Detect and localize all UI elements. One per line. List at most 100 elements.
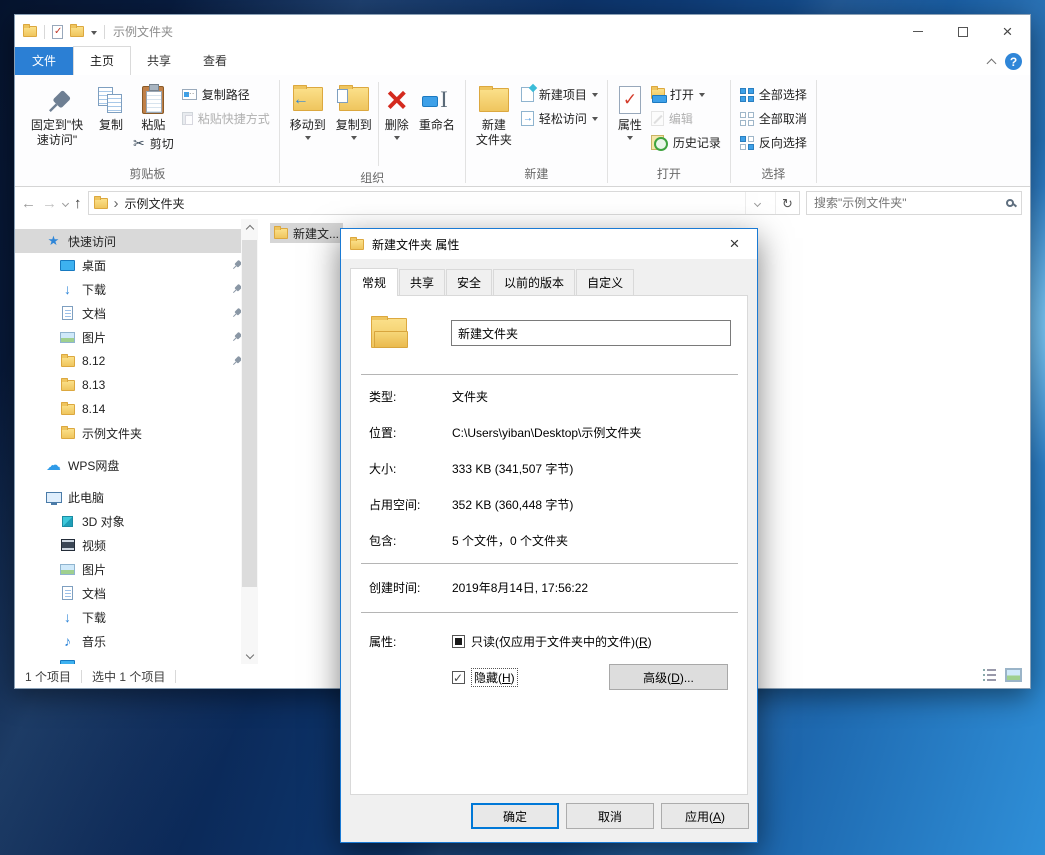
close-button[interactable] [985,15,1030,48]
title-bar: 示例文件夹 [15,15,1030,48]
ok-button[interactable]: 确定 [471,803,559,829]
select-all-button[interactable]: 全部选择 [736,84,811,105]
recent-locations-dropdown-icon[interactable] [61,199,70,207]
search-input[interactable] [814,196,1006,210]
refresh-button[interactable] [775,192,799,214]
cancel-button[interactable]: 取消 [566,803,654,829]
breadcrumb[interactable]: 示例文件夹 [125,195,740,212]
cut-button[interactable]: 剪切 [129,133,178,154]
invert-selection-button[interactable]: 反向选择 [736,132,811,153]
thumbnail-view-icon[interactable] [1005,668,1022,682]
desktop-icon [60,259,75,271]
scrollbar-thumb[interactable] [242,240,257,587]
select-none-icon [739,111,754,126]
download-icon [59,281,76,297]
back-button[interactable] [21,196,36,211]
minimize-button[interactable] [895,15,940,48]
sidebar-item-desktop[interactable]: 桌面 [15,253,258,277]
easy-access-button[interactable]: 轻松访问 [517,108,602,129]
group-label-new: 新建 [524,167,549,181]
copy-path-button[interactable]: 复制路径 [178,84,274,105]
search-icon[interactable] [1006,199,1014,207]
forward-button[interactable] [42,196,57,211]
copy-to-button[interactable]: 复制到 [331,79,377,140]
dialog-general-page: 类型: 文件夹 位置: C:\Users\yiban\Desktop\示例文件夹… [350,295,748,795]
tab-view[interactable]: 查看 [187,47,243,75]
help-icon[interactable] [1005,53,1022,70]
dialog-tab-sharing[interactable]: 共享 [399,269,446,295]
file-item-label: 新建文... [293,226,340,241]
group-label-clipboard: 剪贴板 [129,167,166,181]
up-button[interactable] [74,196,82,211]
dialog-close-icon[interactable] [712,229,757,259]
sidebar-item-clipped[interactable] [15,653,258,664]
sidebar-item-pictures[interactable]: 图片 [15,325,258,349]
open-button[interactable]: 打开 [647,84,725,105]
copy-button[interactable]: 复制 [93,79,129,133]
ribbon-group-organize: ← 移动到 复制到 删除 [281,77,464,186]
sidebar-item-wps-cloud[interactable]: WPS网盘 [15,453,258,477]
tab-home[interactable]: 主页 [73,46,132,75]
pin-to-quick-access-button[interactable]: 固定到"快速访问" [21,79,93,148]
qat-new-folder-icon[interactable] [70,24,84,37]
sidebar-item-documents-pc[interactable]: 文档 [15,581,258,605]
readonly-checkbox[interactable] [452,635,465,648]
open-dropdown-icon [698,93,705,97]
collapse-ribbon-icon[interactable] [986,58,997,68]
sidebar-scrollbar[interactable] [241,219,258,664]
details-view-icon[interactable] [982,668,997,682]
sidebar-item-downloads-pc[interactable]: 下载 [15,605,258,629]
new-folder-button[interactable]: 新建 文件夹 [471,79,517,148]
qat-properties-icon[interactable] [52,24,63,39]
toolbar-separator [104,24,105,39]
easy-access-icon [520,111,534,126]
sidebar-item-downloads[interactable]: 下载 [15,277,258,301]
advanced-button[interactable]: 高级(D)... [609,664,728,690]
sidebar-item-example-folder[interactable]: 示例文件夹 [15,421,258,445]
select-none-button[interactable]: 全部取消 [736,108,811,129]
maximize-button[interactable] [940,15,985,48]
apply-button[interactable]: 应用(A) [661,803,749,829]
move-to-button[interactable]: ← 移动到 [285,79,331,140]
tab-file[interactable]: 文件 [15,47,74,75]
dialog-tab-general[interactable]: 常规 [350,268,399,296]
folder-name-input[interactable] [451,320,731,346]
scroll-down-icon[interactable] [241,648,258,664]
dialog-tab-previous-versions[interactable]: 以前的版本 [493,269,576,295]
file-item-selected[interactable]: 新建文... [270,223,344,243]
cut-icon [133,135,145,152]
sidebar-item-videos[interactable]: 视频 [15,533,258,557]
dialog-title-bar: 新建文件夹 属性 [341,229,757,259]
sidebar-item-8-14[interactable]: 8.14 [15,397,258,421]
dialog-folder-icon [350,236,364,250]
paste-button[interactable]: 粘贴 [136,79,170,133]
pin-icon [38,84,75,121]
status-separator [175,669,177,683]
address-box[interactable]: 示例文件夹 [87,191,800,215]
hidden-checkbox[interactable] [452,670,465,685]
sidebar-item-8-13[interactable]: 8.13 [15,373,258,397]
delete-button[interactable]: 删除 [380,79,414,140]
scroll-up-icon[interactable] [241,219,258,235]
sidebar-item-3d-objects[interactable]: 3D 对象 [15,509,258,533]
window-folder-icon [23,24,37,37]
qat-customize-dropdown-icon[interactable] [91,31,97,35]
history-button[interactable]: 历史记录 [647,132,725,153]
address-bar: 示例文件夹 [15,187,1030,219]
rename-button[interactable]: 重命名 [414,79,460,133]
address-dropdown-button[interactable] [745,192,769,214]
folder-icon [274,225,288,239]
status-separator [81,669,83,683]
sidebar-item-documents[interactable]: 文档 [15,301,258,325]
properties-button[interactable]: 属性 [613,79,647,140]
sidebar-item-music[interactable]: 音乐 [15,629,258,653]
sidebar-item-this-pc[interactable]: 此电脑 [15,485,258,509]
sidebar-item-pictures-pc[interactable]: 图片 [15,557,258,581]
dialog-tab-security[interactable]: 安全 [446,269,493,295]
sidebar-item-quick-access[interactable]: 快速访问 [15,229,241,253]
music-icon [59,633,76,649]
new-item-button[interactable]: 新建项目 [517,84,602,105]
tab-share[interactable]: 共享 [131,47,187,75]
dialog-tab-customize[interactable]: 自定义 [576,269,635,295]
sidebar-item-8-12[interactable]: 8.12 [15,349,258,373]
